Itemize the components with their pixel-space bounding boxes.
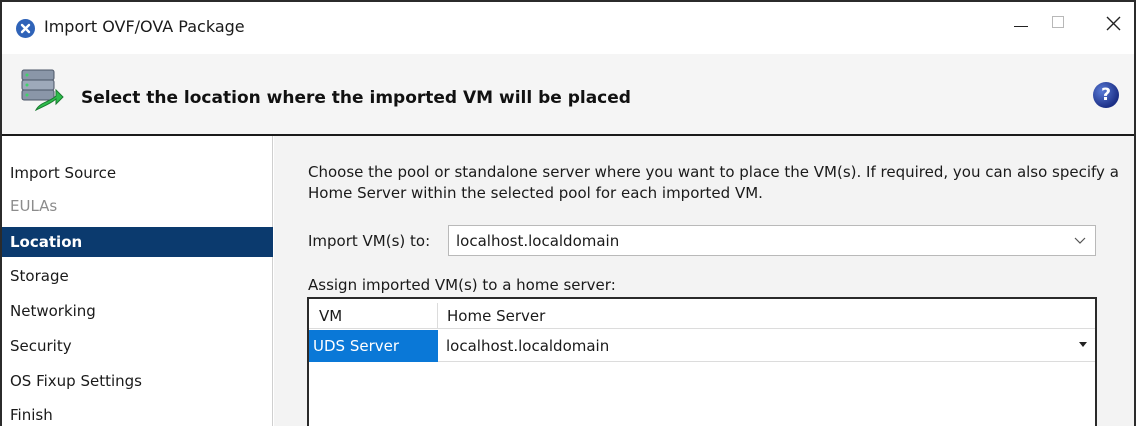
sidebar-item-networking[interactable]: Networking: [2, 296, 273, 326]
column-header-home-server[interactable]: Home Server: [447, 303, 545, 329]
assign-home-server-label: Assign imported VM(s) to a home server:: [308, 276, 616, 294]
dropdown-arrow-icon: [1079, 342, 1087, 347]
location-page: Choose the pool or standalone server whe…: [274, 136, 1134, 426]
title-bar[interactable]: Import OVF/OVA Package: [2, 2, 1134, 54]
import-vm-icon: [16, 66, 64, 114]
import-ovf-window: Import OVF/OVA Package Select the locati…: [0, 0, 1136, 426]
table-row[interactable]: UDS Server 3.5.0 localhost.localdomain: [309, 330, 1095, 387]
maximize-button[interactable]: [1024, 2, 1082, 46]
help-icon[interactable]: ?: [1093, 82, 1119, 108]
import-to-dropdown[interactable]: localhost.localdomain: [448, 225, 1096, 256]
sidebar-item-storage[interactable]: Storage: [2, 261, 273, 291]
home-server-grid[interactable]: VM Home Server UDS Server 3.5.0 localhos…: [307, 297, 1097, 426]
sidebar-item-security[interactable]: Security: [2, 331, 273, 361]
close-icon: [1106, 16, 1121, 31]
vm-name-cell[interactable]: UDS Server 3.5.0: [309, 330, 438, 387]
chevron-down-icon: [1073, 232, 1087, 252]
sidebar-item-eulas: EULAs: [10, 197, 58, 215]
grid-header: VM Home Server: [309, 303, 1095, 329]
sidebar-item-import-source[interactable]: Import Source: [2, 158, 273, 188]
column-header-vm[interactable]: VM: [309, 303, 438, 329]
home-server-cell[interactable]: localhost.localdomain: [446, 330, 609, 362]
wizard-steps-sidebar: Import Source EULAs Location Storage Net…: [2, 136, 273, 426]
home-server-dropdown-button[interactable]: [1071, 330, 1095, 362]
maximize-icon: [1052, 16, 1064, 28]
sidebar-item-os-fixup-settings[interactable]: OS Fixup Settings: [2, 366, 273, 396]
wizard-header: Select the location where the imported V…: [2, 54, 1134, 136]
close-button[interactable]: [1084, 2, 1134, 46]
page-title: Select the location where the imported V…: [81, 88, 631, 108]
sidebar-item-location[interactable]: Location: [2, 227, 273, 257]
import-to-label: Import VM(s) to:: [308, 232, 431, 250]
sidebar-item-finish[interactable]: Finish: [2, 400, 273, 426]
page-description: Choose the pool or standalone server whe…: [308, 163, 1119, 202]
xen-app-icon: [16, 19, 35, 38]
import-to-value: localhost.localdomain: [456, 232, 620, 250]
window-title: Import OVF/OVA Package: [44, 17, 245, 36]
